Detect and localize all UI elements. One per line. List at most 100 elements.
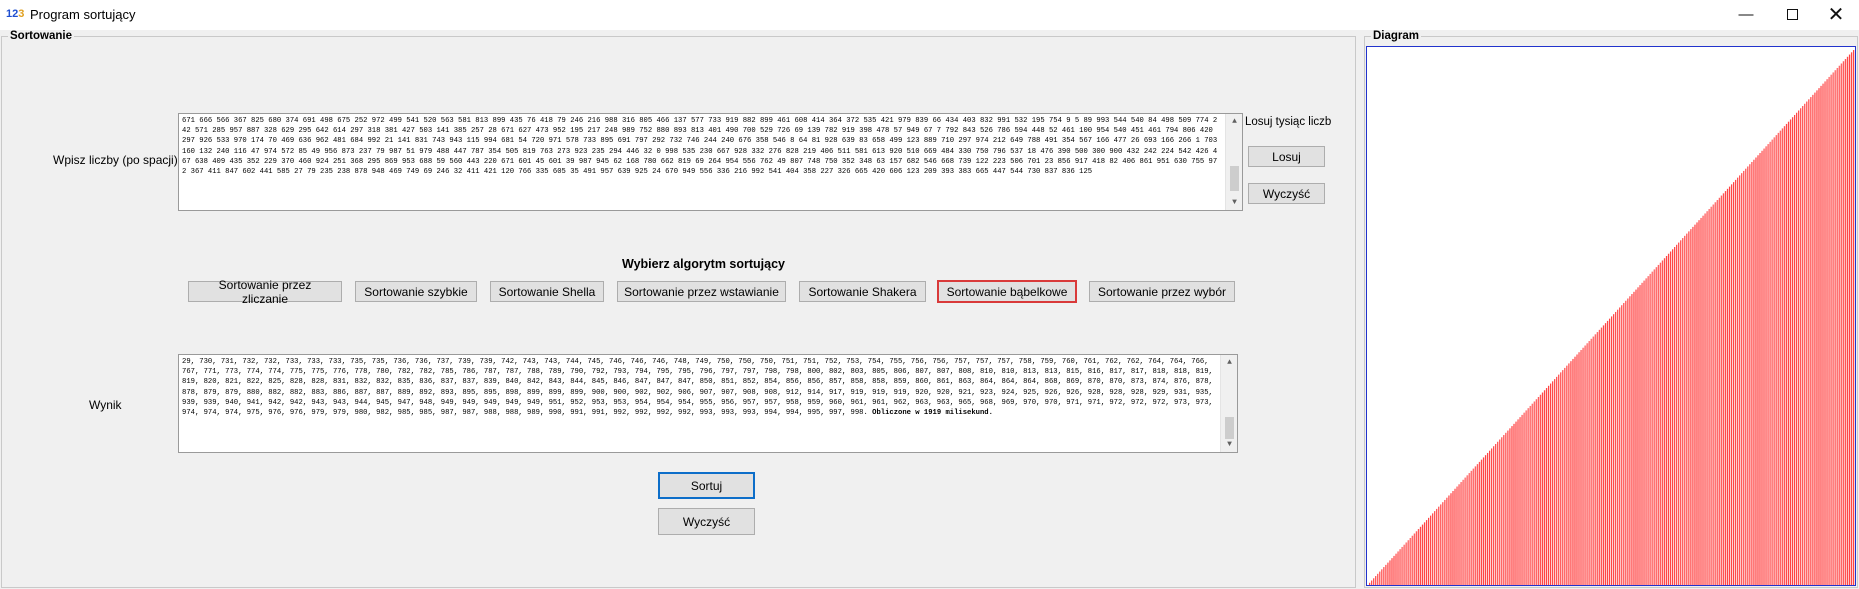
diagram-bar xyxy=(1771,139,1773,585)
algorithm-bubble-sort-button[interactable]: Sortowanie bąbelkowe xyxy=(937,280,1077,303)
diagram-bar xyxy=(1767,144,1769,585)
algorithm-selection-sort-button[interactable]: Sortowanie przez wybór xyxy=(1089,281,1235,302)
diagram-bar-gap xyxy=(1654,269,1656,585)
diagram-bar xyxy=(1373,578,1375,585)
diagram-bar-gap xyxy=(1473,468,1475,585)
diagram-bar xyxy=(1657,264,1659,585)
diagram-bar-gap xyxy=(1555,379,1557,585)
result-scroll-thumb[interactable] xyxy=(1225,417,1234,439)
diagram-bar xyxy=(1430,515,1432,585)
diagram-bar-gap xyxy=(1498,441,1500,585)
algorithm-insertion-sort-button[interactable]: Sortowanie przez wstawianie xyxy=(617,281,786,302)
diagram-bar-gap xyxy=(1847,56,1849,586)
diagram-bar xyxy=(1507,430,1509,585)
diagram-bar-gap xyxy=(1750,164,1752,585)
diagram-bar xyxy=(1458,484,1460,585)
diagram-bar-gap xyxy=(1683,238,1685,585)
diagram-bar xyxy=(1688,231,1690,585)
diagram-bar xyxy=(1570,361,1572,585)
diagram-bar-gap xyxy=(1852,52,1853,586)
maximize-button[interactable] xyxy=(1769,0,1815,29)
diagram-bar-gap xyxy=(1486,455,1487,585)
diagram-bar xyxy=(1761,150,1763,585)
close-button[interactable]: ✕ xyxy=(1813,0,1859,29)
diagram-bar-gap xyxy=(1673,249,1675,585)
diagram-bar xyxy=(1645,278,1647,585)
result-output[interactable]: 29, 730, 731, 732, 732, 733, 733, 733, 7… xyxy=(178,354,1238,453)
numbers-input[interactable]: 671 666 566 367 825 680 374 691 498 675 … xyxy=(178,113,1243,211)
diagram-bar-gap xyxy=(1608,320,1609,585)
diagram-bar-gap xyxy=(1723,193,1725,585)
result-scroll-down-icon[interactable]: ▼ xyxy=(1221,437,1237,452)
diagram-bar-gap xyxy=(1681,240,1683,585)
diagram-bar xyxy=(1419,526,1421,585)
diagram-bar-gap xyxy=(1610,318,1611,585)
diagram-bar-gap xyxy=(1620,307,1622,585)
diagram-bar-gap xyxy=(1561,372,1563,585)
random-button[interactable]: Losuj xyxy=(1248,146,1325,167)
algorithm-quick-sort-button[interactable]: Sortowanie szybkie xyxy=(355,281,477,302)
diagram-bar-gap xyxy=(1667,255,1668,586)
diagram-bar-gap xyxy=(1799,110,1801,585)
algorithm-shell-sort-button[interactable]: Sortowanie Shella xyxy=(490,281,604,302)
diagram-bar xyxy=(1452,491,1454,585)
diagram-bar-gap xyxy=(1484,457,1485,585)
diagram-bar xyxy=(1568,363,1570,585)
input-scrollbar[interactable]: ▲ ▼ xyxy=(1225,114,1242,210)
diagram-bar-gap xyxy=(1583,347,1585,585)
clear-input-button[interactable]: Wyczyść xyxy=(1248,183,1325,204)
diagram-bar-gap xyxy=(1441,504,1443,585)
diagram-bar-gap xyxy=(1815,92,1817,585)
diagram-bar-gap xyxy=(1591,338,1593,585)
diagram-bar-gap xyxy=(1565,367,1567,585)
diagram-bar-gap xyxy=(1829,76,1831,586)
diagram-bar-gap xyxy=(1463,479,1465,585)
diagram-bar xyxy=(1720,195,1722,586)
minimize-button[interactable]: — xyxy=(1723,0,1769,29)
diagram-bar-gap xyxy=(1715,202,1717,585)
diagram-bar xyxy=(1623,302,1625,585)
diagram-bar-gap xyxy=(1648,276,1650,585)
diagram-bar-gap xyxy=(1742,173,1744,586)
diagram-bar-gap xyxy=(1701,217,1703,585)
diagram-bar xyxy=(1387,562,1389,585)
diagram-bar-gap xyxy=(1549,385,1550,585)
diagram-bar xyxy=(1633,291,1635,585)
diagram-bar-gap xyxy=(1504,435,1506,585)
diagram-bar xyxy=(1649,273,1651,585)
diagram-bar xyxy=(1499,439,1501,585)
diagram-bar xyxy=(1560,372,1562,585)
diagram-bar-gap xyxy=(1455,488,1457,585)
diagram-bar xyxy=(1848,54,1851,586)
diagram-bar xyxy=(1755,157,1757,585)
sort-button[interactable]: Sortuj xyxy=(658,472,755,499)
diagram-bar-gap xyxy=(1766,146,1768,585)
result-scrollbar[interactable]: ▲ ▼ xyxy=(1220,355,1237,452)
diagram-bar-gap xyxy=(1370,582,1372,585)
diagram-bar-gap xyxy=(1506,432,1508,585)
diagram-bar xyxy=(1582,347,1584,585)
diagram-bar xyxy=(1608,318,1611,585)
diagram-bar xyxy=(1678,242,1680,585)
algorithm-heading: Wybierz algorytm sortujący xyxy=(622,257,786,271)
diagram-bar-gap xyxy=(1839,65,1841,586)
diagram-bar xyxy=(1641,282,1643,585)
diagram-bar xyxy=(1698,220,1700,586)
clear-result-button[interactable]: Wyczyść xyxy=(658,508,755,535)
scroll-up-icon[interactable]: ▲ xyxy=(1226,114,1242,129)
diagram-bar xyxy=(1739,175,1741,585)
diagram-bar-gap xyxy=(1465,477,1467,585)
input-scroll-thumb[interactable] xyxy=(1230,166,1239,191)
diagram-bar xyxy=(1663,258,1665,585)
scroll-down-icon[interactable]: ▼ xyxy=(1226,195,1242,210)
diagram-bar-gap xyxy=(1784,126,1786,586)
diagram-bar-gap xyxy=(1652,271,1654,585)
diagram-bar xyxy=(1600,327,1602,585)
algorithm-shaker-sort-button[interactable]: Sortowanie Shakera xyxy=(799,281,926,302)
diagram-bar-gap xyxy=(1833,72,1835,585)
diagram-bar xyxy=(1850,52,1853,586)
result-scroll-up-icon[interactable]: ▲ xyxy=(1221,355,1237,370)
algorithm-counting-sort-button[interactable]: Sortowanie przez zliczanie xyxy=(188,278,342,306)
diagram-bar-gap xyxy=(1573,358,1575,585)
diagram-bar-gap xyxy=(1732,184,1733,586)
